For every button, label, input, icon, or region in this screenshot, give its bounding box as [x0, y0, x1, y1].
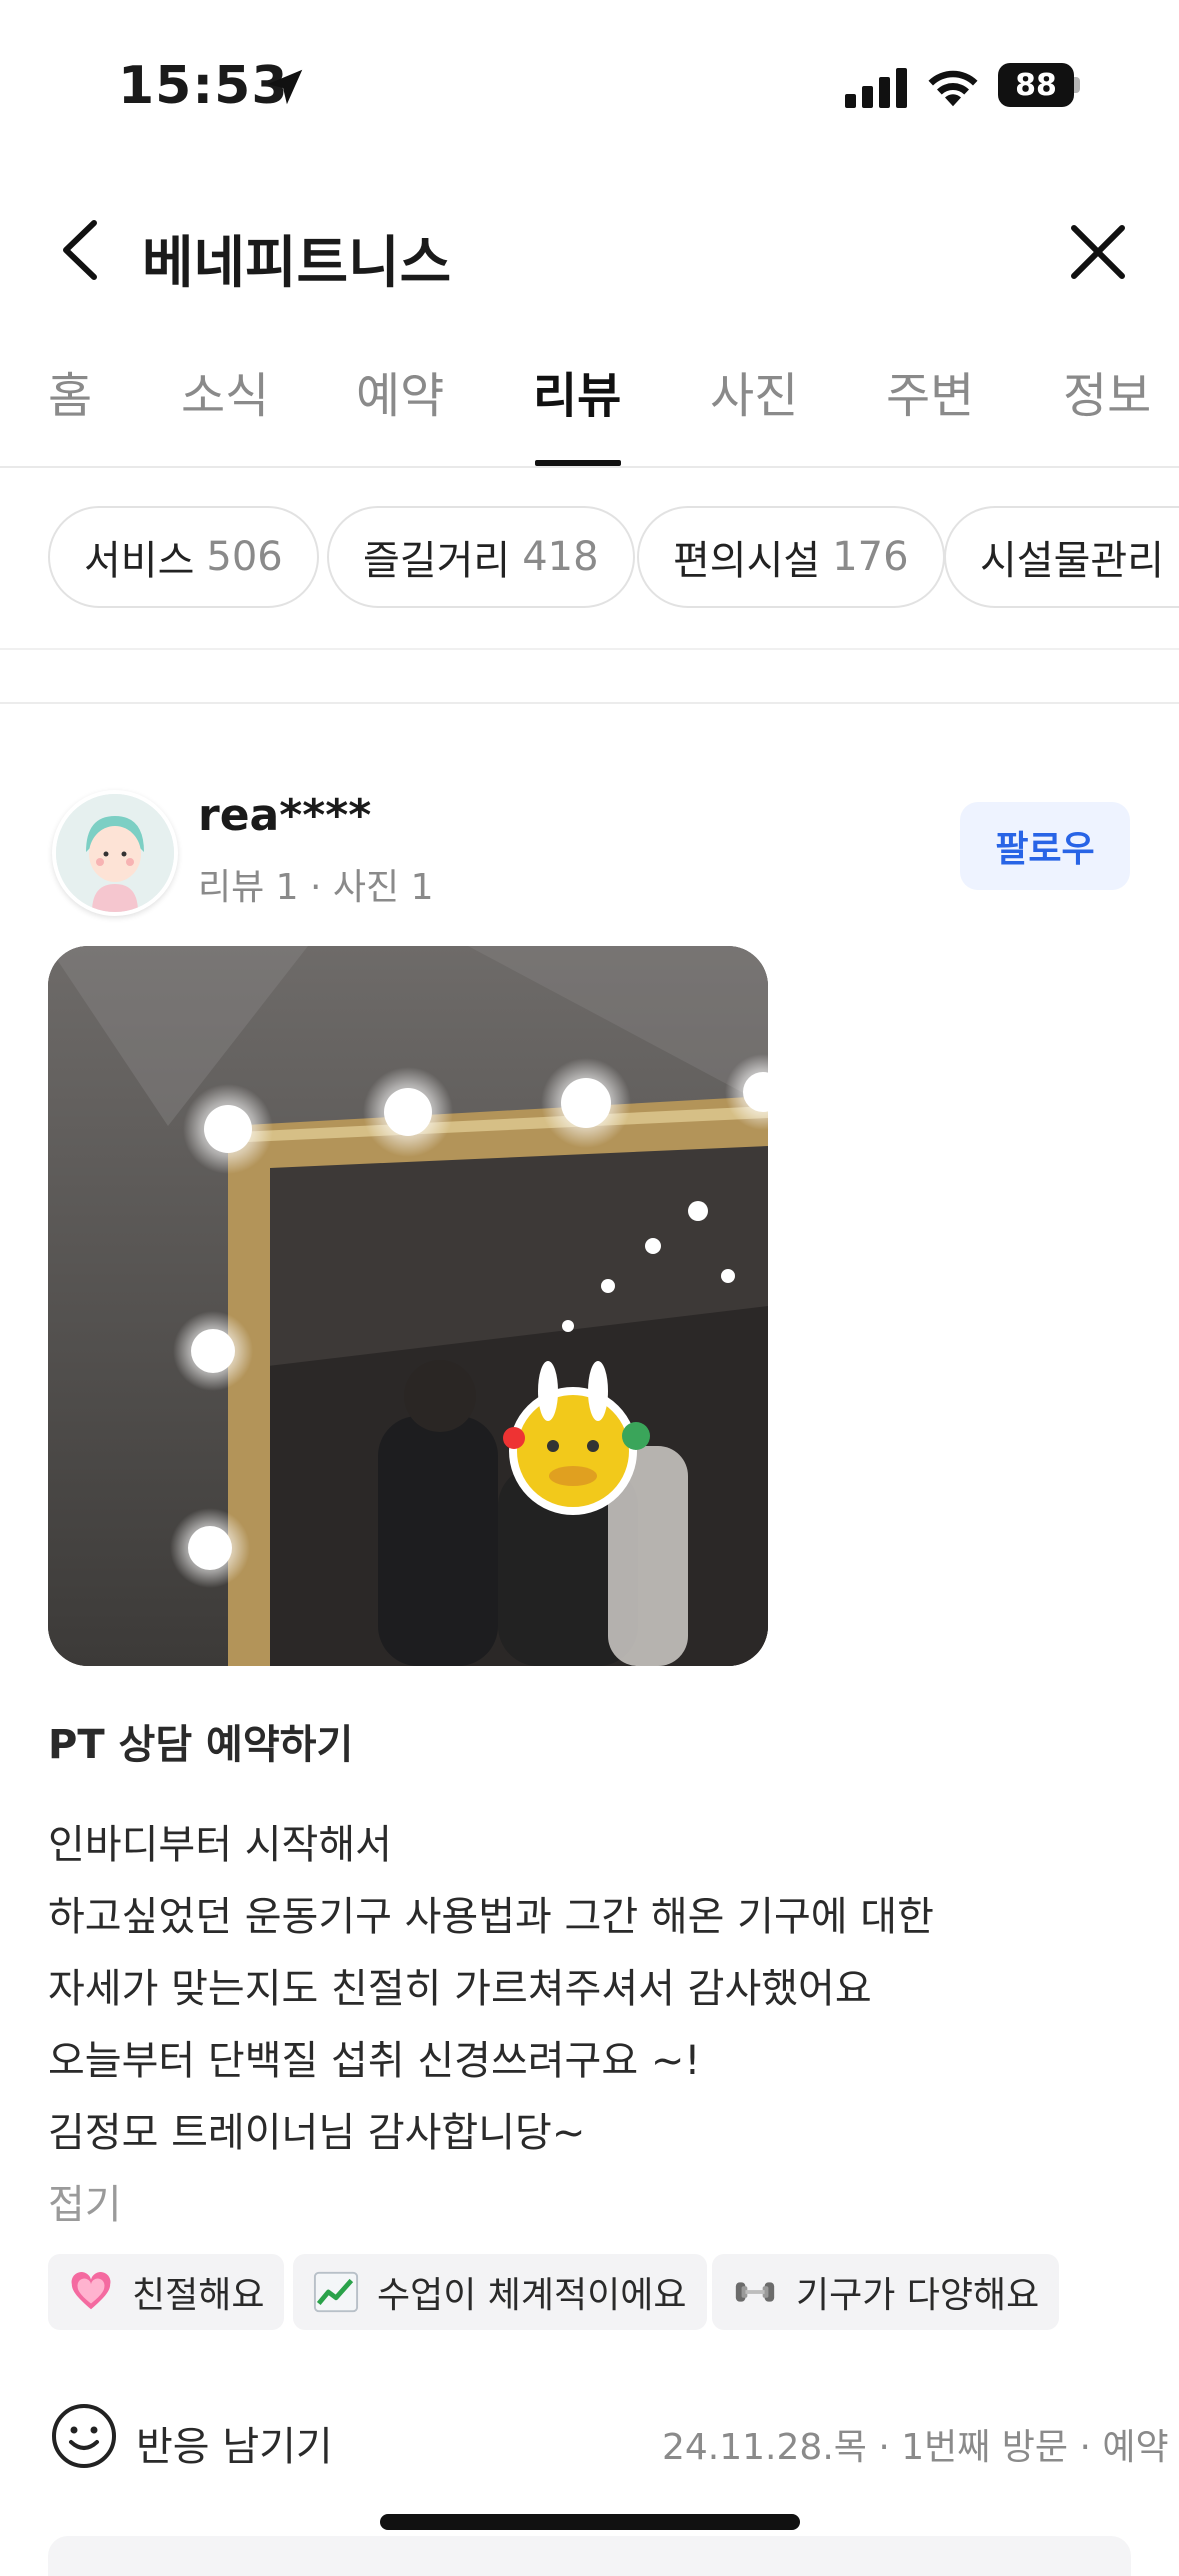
chip-label: 편의시설	[673, 538, 821, 584]
section-divider	[0, 648, 1179, 650]
battery-indicator: 88	[998, 63, 1074, 107]
home-indicator	[380, 2514, 800, 2530]
tab-review[interactable]: 리뷰	[533, 356, 621, 426]
battery-cap	[1074, 77, 1080, 93]
review-tag: 친절해요	[48, 2254, 285, 2330]
chip-label: 즐길거리	[363, 538, 511, 584]
filter-chip-service[interactable]: 서비스 506	[48, 506, 319, 608]
cellular-signal-icon	[845, 62, 909, 108]
collapse-link[interactable]: 접기	[48, 2172, 122, 2230]
tab-info[interactable]: 정보	[1063, 356, 1151, 426]
review-photo[interactable]	[48, 946, 768, 1666]
review-tag: 수업이 체계적이에요	[293, 2254, 707, 2330]
chip-label: 시설물관리	[980, 538, 1164, 584]
section-divider	[0, 702, 1179, 704]
next-review-card	[48, 2536, 1131, 2576]
dumbbell-icon	[735, 2282, 775, 2302]
review-text-line: 오늘부터 단백질 섭취 신경쓰려구요 ~!	[48, 2038, 701, 2084]
tab-reservation[interactable]: 예약	[356, 356, 444, 426]
chip-count: 418	[522, 534, 599, 580]
review-tag-label: 친절해요	[132, 2275, 265, 2316]
smile-icon[interactable]	[50, 2402, 118, 2470]
review-text-line: 인바디부터 시작해서	[48, 1822, 392, 1868]
review-tag-label: 기구가 다양해요	[796, 2275, 1040, 2316]
chip-label: 서비스	[84, 538, 195, 584]
location-arrow-icon	[267, 69, 303, 105]
close-button[interactable]	[1068, 222, 1128, 282]
reviewer-stats: 리뷰 1 · 사진 1	[198, 867, 434, 908]
back-button[interactable]	[52, 215, 112, 285]
filter-chip-amenities[interactable]: 편의시설 176	[637, 506, 945, 608]
reviewer-username[interactable]: rea****	[198, 790, 371, 841]
review-text-line: 자세가 맞는지도 친절히 가르쳐주셔서 감사했어요	[48, 1966, 872, 2012]
heart-icon	[71, 2272, 111, 2310]
follow-button[interactable]: 팔로우	[960, 802, 1130, 890]
review-title: PT 상담 예약하기	[48, 1722, 354, 1768]
tabs-divider	[0, 466, 1179, 468]
avatar[interactable]	[52, 790, 178, 916]
filter-chip-activities[interactable]: 즐길거리 418	[327, 506, 635, 608]
page-title: 베네피트니스	[142, 231, 452, 296]
chart-up-icon	[313, 2271, 359, 2313]
tab-home[interactable]: 홈	[48, 356, 92, 426]
filter-chip-facility-management[interactable]: 시설물관리1	[944, 506, 1179, 608]
review-text-line: 하고싶었던 운동기구 사용법과 그간 해온 기구에 대한	[48, 1894, 934, 1940]
chip-count: 506	[206, 534, 283, 580]
tab-nearby[interactable]: 주변	[886, 356, 974, 426]
tab-news[interactable]: 소식	[181, 356, 269, 426]
review-tag-label: 수업이 체계적이에요	[377, 2275, 687, 2316]
tab-bar: 홈 소식 예약 리뷰 사진 주변 정보	[0, 356, 1179, 466]
review-tag: 기구가 다양해요	[712, 2254, 1060, 2330]
visit-info: 24.11.28.목 · 1번째 방문 · 예약	[662, 2427, 1169, 2468]
review-text-line: 김정모 트레이너님 감사합니당~	[48, 2110, 586, 2156]
leave-reaction-button[interactable]: 반응 남기기	[136, 2414, 333, 2472]
chip-count: 176	[832, 534, 909, 580]
tab-photos[interactable]: 사진	[710, 356, 798, 426]
wifi-icon	[928, 70, 978, 107]
